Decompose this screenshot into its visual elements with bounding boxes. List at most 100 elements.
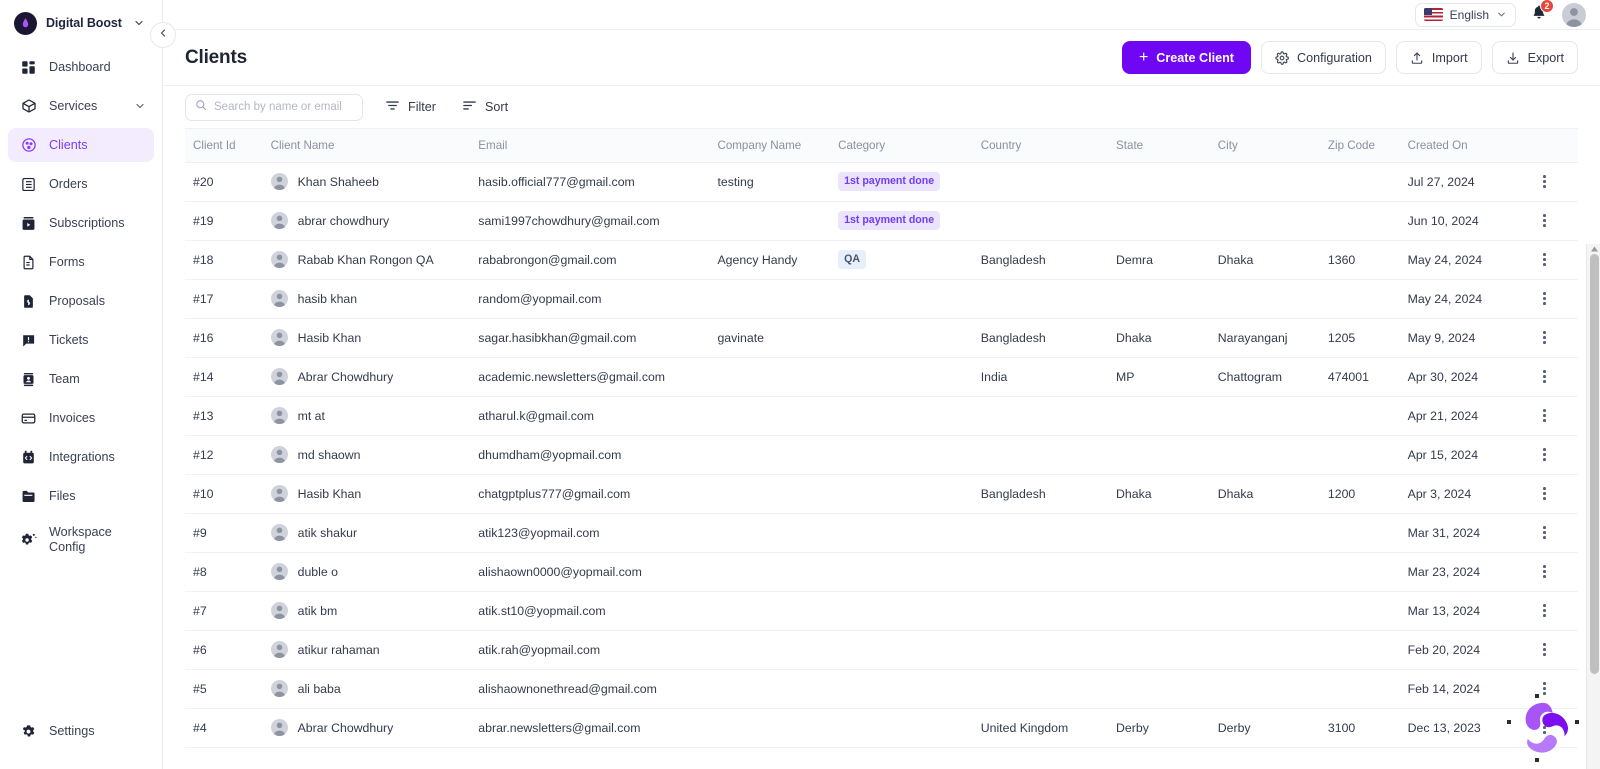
sidebar-item-team[interactable]: Team <box>8 362 154 396</box>
kebab-menu-icon[interactable] <box>1533 175 1555 188</box>
cell-company-name: testing <box>709 162 831 202</box>
cell-category <box>830 279 973 319</box>
column-header-email[interactable]: Email <box>470 129 710 163</box>
search-input[interactable] <box>214 101 353 113</box>
cell-client-id: #8 <box>185 552 263 592</box>
table-row[interactable]: #19 abrar chowdhury sami1997chowdhury@gmai… <box>185 201 1578 241</box>
sidebar-item-settings[interactable]: Settings <box>8 714 154 748</box>
cell-client-id: #4 <box>185 708 263 748</box>
sidebar-collapse-button[interactable] <box>150 22 176 48</box>
table-row[interactable]: #8 duble o alishaown0000@yopmail.com Mar 23… <box>185 552 1578 592</box>
cell-city <box>1209 396 1320 436</box>
sidebar-item-dashboard[interactable]: Dashboard <box>8 50 154 84</box>
cell-city <box>1209 669 1320 709</box>
sort-button[interactable]: Sort <box>458 94 512 121</box>
cell-company-name: gavinate <box>709 318 831 358</box>
sidebar-item-tickets[interactable]: Tickets <box>8 323 154 357</box>
kebab-menu-icon[interactable] <box>1533 643 1555 656</box>
sidebar-item-files[interactable]: Files <box>8 479 154 513</box>
cell-country: Bangladesh <box>972 474 1109 514</box>
column-header-client-id[interactable]: Client Id <box>185 129 263 163</box>
language-selector[interactable]: English <box>1414 2 1516 27</box>
table-row[interactable]: #7 atik bm atik.st10@yopmail.com Mar 13, 20… <box>185 591 1578 631</box>
filter-button[interactable]: Filter <box>381 94 440 121</box>
subscriptions-icon <box>20 215 37 232</box>
notifications-button[interactable]: 2 <box>1528 0 1554 26</box>
scrollbar-thumb[interactable] <box>1589 254 1599 674</box>
sidebar-item-invoices[interactable]: Invoices <box>8 401 154 435</box>
cell-category <box>830 591 973 631</box>
kebab-menu-icon[interactable] <box>1533 565 1555 578</box>
kebab-menu-icon[interactable] <box>1533 214 1555 227</box>
kebab-menu-icon[interactable] <box>1533 409 1555 422</box>
cell-client-id: #14 <box>185 357 263 397</box>
import-button[interactable]: Import <box>1395 41 1482 74</box>
table-row[interactable]: #12 md shaown dhumdham@yopmail.com Apr 15, … <box>185 435 1578 475</box>
cell-country <box>972 630 1109 670</box>
kebab-menu-icon[interactable] <box>1533 331 1555 344</box>
table-row[interactable]: #17 hasib khan random@yopmail.com May 24, 2… <box>185 279 1578 319</box>
column-header-client-name[interactable]: Client Name <box>262 129 471 163</box>
cell-created-on: Apr 21, 2024 <box>1399 396 1526 436</box>
cell-company-name <box>709 630 831 670</box>
column-header-state[interactable]: State <box>1108 129 1210 163</box>
cell-state <box>1108 669 1210 709</box>
kebab-menu-icon[interactable] <box>1533 370 1555 383</box>
package-icon <box>20 98 37 115</box>
table-vertical-scrollbar[interactable] <box>1586 244 1600 769</box>
plus-icon: + <box>1138 48 1149 66</box>
table-row[interactable]: #6 atikur rahaman atik.rah@yopmail.com Feb … <box>185 630 1578 670</box>
table-row[interactable]: #10 Hasib Khan chatgptplus777@gmail.com Ban… <box>185 474 1578 514</box>
cell-email: academic.newsletters@gmail.com <box>470 357 710 397</box>
chat-widget-button[interactable] <box>1507 694 1579 762</box>
column-header-city[interactable]: City <box>1209 129 1320 163</box>
table-row[interactable]: #18 Rabab Khan Rongon QA rababrongon@gmail… <box>185 240 1578 280</box>
table-row[interactable]: #9 atik shakur atik123@yopmail.com Mar 31, … <box>185 513 1578 553</box>
cell-company-name <box>709 708 831 748</box>
sidebar-item-clients[interactable]: Clients <box>8 128 154 162</box>
kebab-menu-icon[interactable] <box>1533 682 1555 695</box>
export-label: Export <box>1527 50 1564 65</box>
kebab-menu-icon[interactable] <box>1533 253 1555 266</box>
kebab-menu-icon[interactable] <box>1533 487 1555 500</box>
cell-state: MP <box>1108 357 1210 397</box>
column-header-created-on[interactable]: Created On <box>1399 129 1526 163</box>
search-box[interactable] <box>185 93 363 121</box>
sidebar: Digital Boost Dashboard Services Clients… <box>0 0 176 769</box>
column-header-company-name[interactable]: Company Name <box>709 129 831 163</box>
column-header-category[interactable]: Category <box>830 129 973 163</box>
export-button[interactable]: Export <box>1491 41 1578 74</box>
table-row[interactable]: #14 Abrar Chowdhury academic.newsletters@g… <box>185 357 1578 397</box>
create-client-button[interactable]: + Create Client <box>1121 41 1251 74</box>
column-header-country[interactable]: Country <box>972 129 1109 163</box>
team-icon <box>20 371 37 388</box>
sidebar-item-label: Orders <box>49 177 88 191</box>
sidebar-item-forms[interactable]: Forms <box>8 245 154 279</box>
table-row[interactable]: #4 Abrar Chowdhury abrar.newsletters@gmail… <box>185 708 1578 748</box>
sidebar-item-proposals[interactable]: Proposals <box>8 284 154 318</box>
configuration-button[interactable]: Configuration <box>1260 41 1386 74</box>
table-row[interactable]: #16 Hasib Khan sagar.hasibkhan@gmail.com ga… <box>185 318 1578 358</box>
table-row[interactable]: #5 ali baba alishaownonethread@gmail.com Fe… <box>185 669 1578 709</box>
user-avatar-icon[interactable] <box>1562 2 1586 27</box>
kebab-menu-icon[interactable] <box>1533 526 1555 539</box>
sidebar-item-services[interactable]: Services <box>8 89 154 123</box>
cell-company-name <box>709 552 831 592</box>
table-row[interactable]: #20 Khan Shaheeb hasib.official777@gmail.c… <box>185 162 1578 202</box>
sidebar-item-subscriptions[interactable]: Subscriptions <box>8 206 154 240</box>
scroll-up-arrow-icon[interactable] <box>1587 244 1600 254</box>
cell-state <box>1108 201 1210 241</box>
sidebar-item-workspace-config[interactable]: Workspace Config <box>8 518 154 562</box>
sidebar-item-label: Forms <box>49 255 85 269</box>
sidebar-item-integrations[interactable]: Integrations <box>8 440 154 474</box>
kebab-menu-icon[interactable] <box>1533 292 1555 305</box>
column-header-zip-code[interactable]: Zip Code <box>1319 129 1400 163</box>
cell-category <box>830 474 973 514</box>
column-header-actions <box>1525 129 1578 163</box>
sidebar-item-orders[interactable]: Orders <box>8 167 154 201</box>
table-row[interactable]: #13 mt at atharul.k@gmail.com Apr 21, 2024 <box>185 396 1578 436</box>
kebab-menu-icon[interactable] <box>1533 604 1555 617</box>
kebab-menu-icon[interactable] <box>1533 448 1555 461</box>
workspace-switcher[interactable]: Digital Boost <box>0 0 162 46</box>
table-body: #20 Khan Shaheeb hasib.official777@gmail.c… <box>185 162 1578 748</box>
